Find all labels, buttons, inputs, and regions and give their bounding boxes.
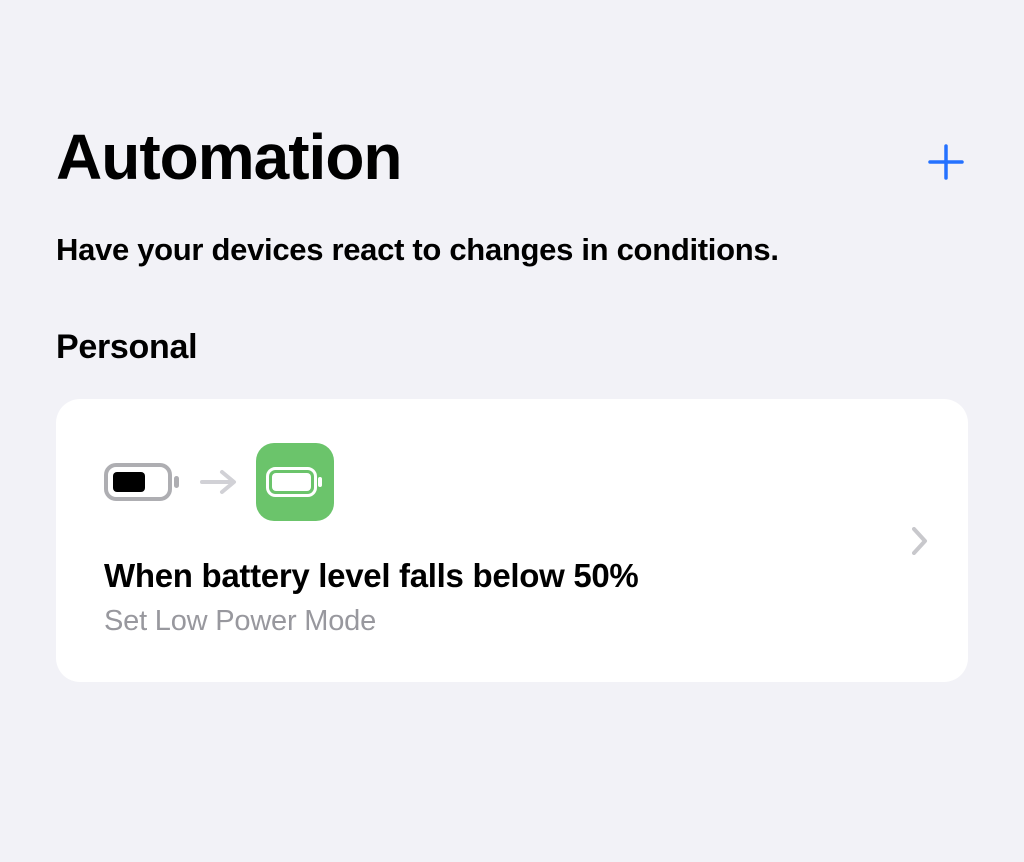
arrow-right-icon bbox=[200, 468, 238, 496]
automation-subtitle: Set Low Power Mode bbox=[104, 605, 920, 638]
automation-item[interactable]: When battery level falls below 50% Set L… bbox=[56, 399, 968, 682]
automation-icon-row bbox=[104, 443, 920, 521]
automation-title: When battery level falls below 50% bbox=[104, 557, 920, 595]
page-subtitle: Have your devices react to changes in co… bbox=[56, 232, 968, 268]
plus-icon bbox=[926, 142, 966, 182]
add-automation-button[interactable] bbox=[924, 140, 968, 184]
battery-outline-icon bbox=[104, 463, 182, 501]
battery-full-icon bbox=[266, 467, 324, 497]
chevron-right-icon bbox=[908, 523, 932, 559]
page-title: Automation bbox=[56, 120, 968, 194]
automation-item-content: When battery level falls below 50% Set L… bbox=[104, 443, 920, 638]
section-header-personal: Personal bbox=[56, 328, 968, 367]
low-power-mode-app-icon bbox=[256, 443, 334, 521]
